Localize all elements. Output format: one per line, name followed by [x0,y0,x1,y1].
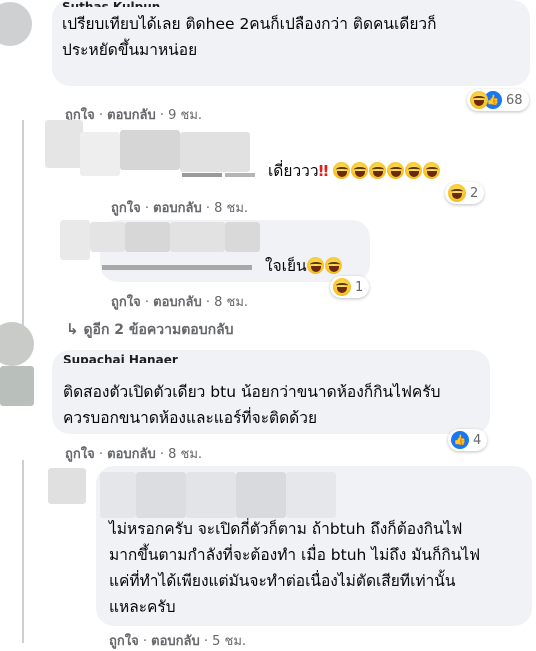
comment-bubble: ไม่หรอกครับ จะเปิดกี่ตัวก็ตาม ถ้าbtuh ถึ… [96,466,532,626]
timestamp[interactable]: 5 ชม. [212,634,246,649]
redacted-name [182,173,222,177]
timestamp[interactable]: 8 ชม. [168,447,202,462]
like-link[interactable]: ถูกใจ [65,447,95,462]
reply-arrow-icon: ↳ [66,320,79,338]
comment-bubble: Supachai Hanaer ติดสองตัวเปิดตัวเดียว bt… [52,350,490,434]
haha-reaction-icon [333,278,351,296]
timestamp[interactable]: 8 ชม. [214,201,248,216]
like-link[interactable]: ถูกใจ [109,634,139,649]
reply-link[interactable]: ตอบกลับ [153,295,202,310]
comment-text-line: มากขึ้นตามกำลังที่จะต้องทำ เมื่อ btuh ไม… [109,546,481,564]
reaction-summary[interactable]: 1 [330,276,370,298]
redacted-block [170,222,225,252]
laughing-emoji [405,162,423,179]
comment-actions: ถูกใจ · ตอบกลับ · 9 ชม. [65,108,203,123]
reaction-count: 4 [473,432,482,448]
redacted-name-block [286,472,336,518]
haha-reaction-icon [448,184,466,202]
comment-text: ใจเย็น [265,253,343,279]
haha-reaction-icon [470,91,488,109]
timestamp[interactable]: 9 ชม. [168,108,202,123]
avatar[interactable] [48,468,86,504]
redacted-block [90,222,125,252]
comment-actions: ถูกใจ · ตอบกลับ · 5 ชม. [109,634,247,649]
avatar[interactable] [60,220,90,260]
thread-connector [22,460,24,643]
reply-link[interactable]: ตอบกลับ [107,108,156,123]
redacted-block [125,222,170,252]
thread-connector [22,120,24,350]
comment-text-line: ประหยัดขึ้นมาหน่อย [62,41,198,59]
redacted-name [102,265,252,270]
view-more-replies-link[interactable]: ↳ ดูอีก 2 ข้อความตอบกลับ [66,319,234,341]
comment-text-line: ไม่หรอกครับ จะเปิดกี่ตัวก็ตาม ถ้าbtuh ถึ… [109,520,463,538]
reaction-count: 1 [355,279,364,295]
commenter-name[interactable]: Supachai Hanaer [63,353,178,363]
reaction-count: 68 [506,92,523,108]
redacted-name-block [136,472,186,518]
laughing-emoji [351,162,369,179]
redacted-name-block [236,472,286,518]
like-reaction-icon: 👍 [451,431,469,449]
comment-text-line: แหละครับ [109,598,176,616]
like-link[interactable]: ถูกใจ [111,295,141,310]
comment-text-line: ควรบอกขนาดห้องและแอร์ที่จะติดด้วย [63,409,318,427]
laughing-emoji [324,257,342,274]
redacted-block [225,222,260,252]
timestamp[interactable]: 8 ชม. [214,295,248,310]
redacted-name [225,173,255,177]
laughing-emoji [387,162,405,179]
comment-text-line: แค่ที่ทำได้เพียงแต่มันจะทำต่อเนื่องไม่ตั… [109,572,456,590]
laughing-emoji [333,162,351,179]
commenter-name[interactable]: Suthas Kulpun [62,0,160,7]
comment-actions: ถูกใจ · ตอบกลับ · 8 ชม. [111,201,249,216]
like-link[interactable]: ถูกใจ [111,201,141,216]
comment-text-line: เปรียบเทียบได้เลย ติดhee 2คนก็เปลืองกว่า… [62,15,437,33]
comment-actions: ถูกใจ · ตอบกลับ · 8 ชม. [111,295,249,310]
comment-bubble: Suthas Kulpun เปรียบเทียบได้เลย ติดhee 2… [52,0,530,86]
redacted-block [0,366,34,406]
reaction-summary[interactable]: 2 [445,182,485,204]
reply-link[interactable]: ตอบกลับ [151,634,200,649]
reaction-summary[interactable]: 👍 4 [448,429,488,451]
redacted-name-block [186,472,236,518]
reply-link[interactable]: ตอบกลับ [107,447,156,462]
comment-text-line: ติดสองตัวเปิดตัวเดียว btu น้อยกว่าขนาดห้… [63,383,441,401]
reply-link[interactable]: ตอบกลับ [153,201,202,216]
comment-text: เดี่ยววว‼ [268,158,441,184]
comment-actions: ถูกใจ · ตอบกลับ · 8 ชม. [65,447,203,462]
redacted-name-block [100,472,136,518]
avatar[interactable] [45,120,83,168]
laughing-emoji [423,162,441,179]
reaction-summary[interactable]: 👍 68 [467,89,529,111]
avatar[interactable] [0,322,34,366]
avatar[interactable] [0,2,32,46]
double-exclamation-emoji: ‼ [318,162,329,180]
laughing-emoji [369,162,387,179]
reaction-count: 2 [470,185,479,201]
laughing-emoji [306,257,324,274]
